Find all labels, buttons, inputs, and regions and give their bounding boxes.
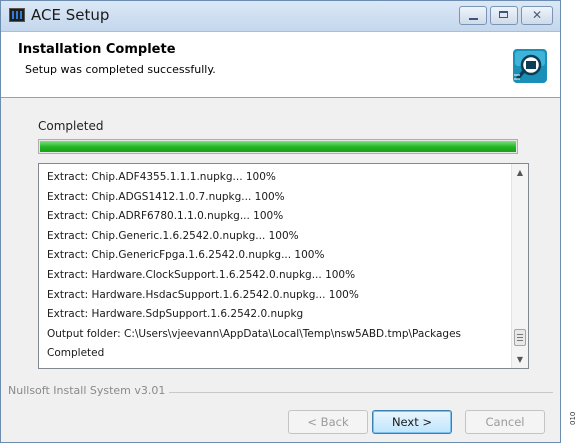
log-line: Extract: Chip.ADRF6780.1.1.0.nupkg... 10… — [47, 210, 284, 223]
maximize-icon — [499, 11, 508, 18]
app-icon — [9, 8, 25, 22]
page-title: Installation Complete — [18, 42, 176, 57]
log-line: Extract: Chip.ADGS1412.1.0.7.nupkg... 10… — [47, 190, 285, 203]
log-line: Extract: Chip.ADF4355.1.1.1.nupkg... 100… — [47, 171, 276, 183]
log-line: Extract: Hardware.ClockSupport.1.6.2542.… — [47, 268, 356, 281]
progress-fill — [40, 141, 516, 152]
log-scrollbar[interactable]: ▲ ▼ — [511, 164, 528, 368]
close-button[interactable]: ✕ — [521, 6, 553, 25]
header-panel: Installation Complete Setup was complete… — [1, 32, 560, 98]
log-line: Extract: Hardware.HsdacSupport.1.6.2542.… — [47, 288, 359, 301]
title-bar[interactable]: ACE Setup ✕ — [1, 1, 560, 32]
log-line: Completed — [47, 347, 105, 360]
back-button[interactable]: < Back — [288, 410, 368, 434]
minimize-icon — [469, 18, 478, 20]
maximize-button[interactable] — [490, 6, 518, 25]
status-label: Completed — [38, 119, 104, 133]
page-subtitle: Setup was completed successfully. — [25, 63, 216, 76]
branding-text: Nullsoft Install System v3.01 — [8, 384, 170, 397]
close-icon: ✕ — [531, 8, 543, 22]
log-line: Extract: Hardware.SdpSupport.1.6.2542.0.… — [47, 308, 304, 321]
ace-logo-icon — [513, 49, 547, 83]
scroll-up-arrow-icon[interactable]: ▲ — [512, 164, 528, 181]
window-title: ACE Setup — [31, 6, 110, 24]
side-code: 010 — [569, 411, 577, 425]
minimize-button[interactable] — [459, 6, 487, 25]
scroll-thumb[interactable] — [514, 329, 526, 346]
log-line: Extract: Chip.Generic.1.6.2542.0.nupkg..… — [47, 229, 299, 242]
log-line: Extract: Chip.GenericFpga.1.6.2542.0.nup… — [47, 249, 325, 262]
progress-bar — [38, 139, 518, 154]
log-lines: Extract: Chip.ADF4355.1.1.1.nupkg... 100… — [47, 168, 502, 364]
setup-window: ACE Setup ✕ Installation Complete Setup … — [0, 0, 561, 443]
scroll-down-arrow-icon[interactable]: ▼ — [512, 351, 528, 368]
details-log[interactable]: Extract: Chip.ADF4355.1.1.1.nupkg... 100… — [38, 163, 529, 369]
log-line: Output folder: C:\Users\vjeevann\AppData… — [47, 327, 462, 340]
cancel-button[interactable]: Cancel — [465, 410, 545, 434]
stage: ACE Setup ✕ Installation Complete Setup … — [0, 0, 587, 443]
next-button[interactable]: Next > — [372, 410, 452, 434]
